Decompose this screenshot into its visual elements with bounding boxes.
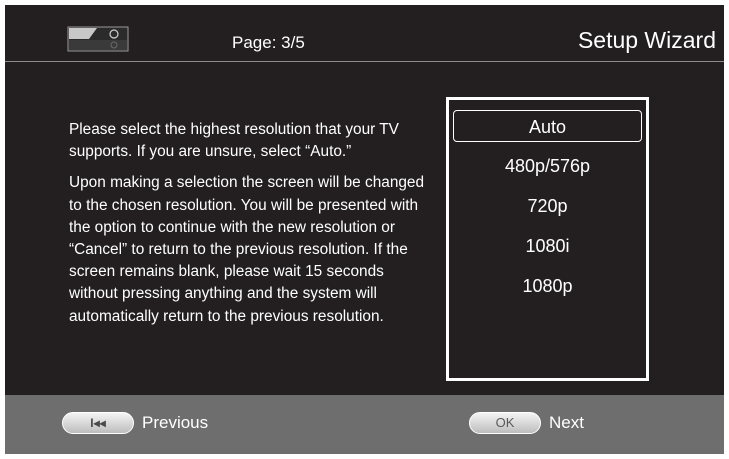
previous-label: Previous	[142, 413, 209, 432]
resolution-list-box: Auto 480p/576p 720p 1080i 1080p	[446, 97, 649, 381]
skip-back-icon: I◂◂	[90, 416, 106, 430]
page-title: Setup Wizard	[577, 27, 716, 53]
footer: I◂◂ Previous OK Next	[5, 395, 724, 454]
resolution-option-auto[interactable]: Auto	[453, 110, 642, 142]
resolution-option-720p[interactable]: 720p	[453, 190, 642, 222]
setup-wizard-screen: Page: 3/5 Setup Wizard Please select the…	[5, 5, 724, 454]
resolution-option-1080p[interactable]: 1080p	[453, 270, 642, 302]
resolution-option-1080i[interactable]: 1080i	[453, 230, 642, 262]
header-divider	[5, 61, 724, 62]
instructions-paragraph-1: Please select the highest resolution tha…	[69, 121, 399, 161]
ok-button[interactable]: OK	[469, 412, 541, 434]
previous-button[interactable]: I◂◂	[62, 412, 134, 434]
instructions-paragraph-2: Upon making a selection the screen will …	[69, 174, 425, 325]
page-indicator: Page: 3/5	[232, 33, 305, 52]
disc-player-icon	[67, 26, 129, 52]
next-label: Next	[549, 413, 584, 432]
header: Page: 3/5 Setup Wizard	[5, 5, 724, 61]
instructions: Please select the highest resolution tha…	[69, 119, 429, 337]
resolution-option-480p-576p[interactable]: 480p/576p	[453, 150, 642, 182]
